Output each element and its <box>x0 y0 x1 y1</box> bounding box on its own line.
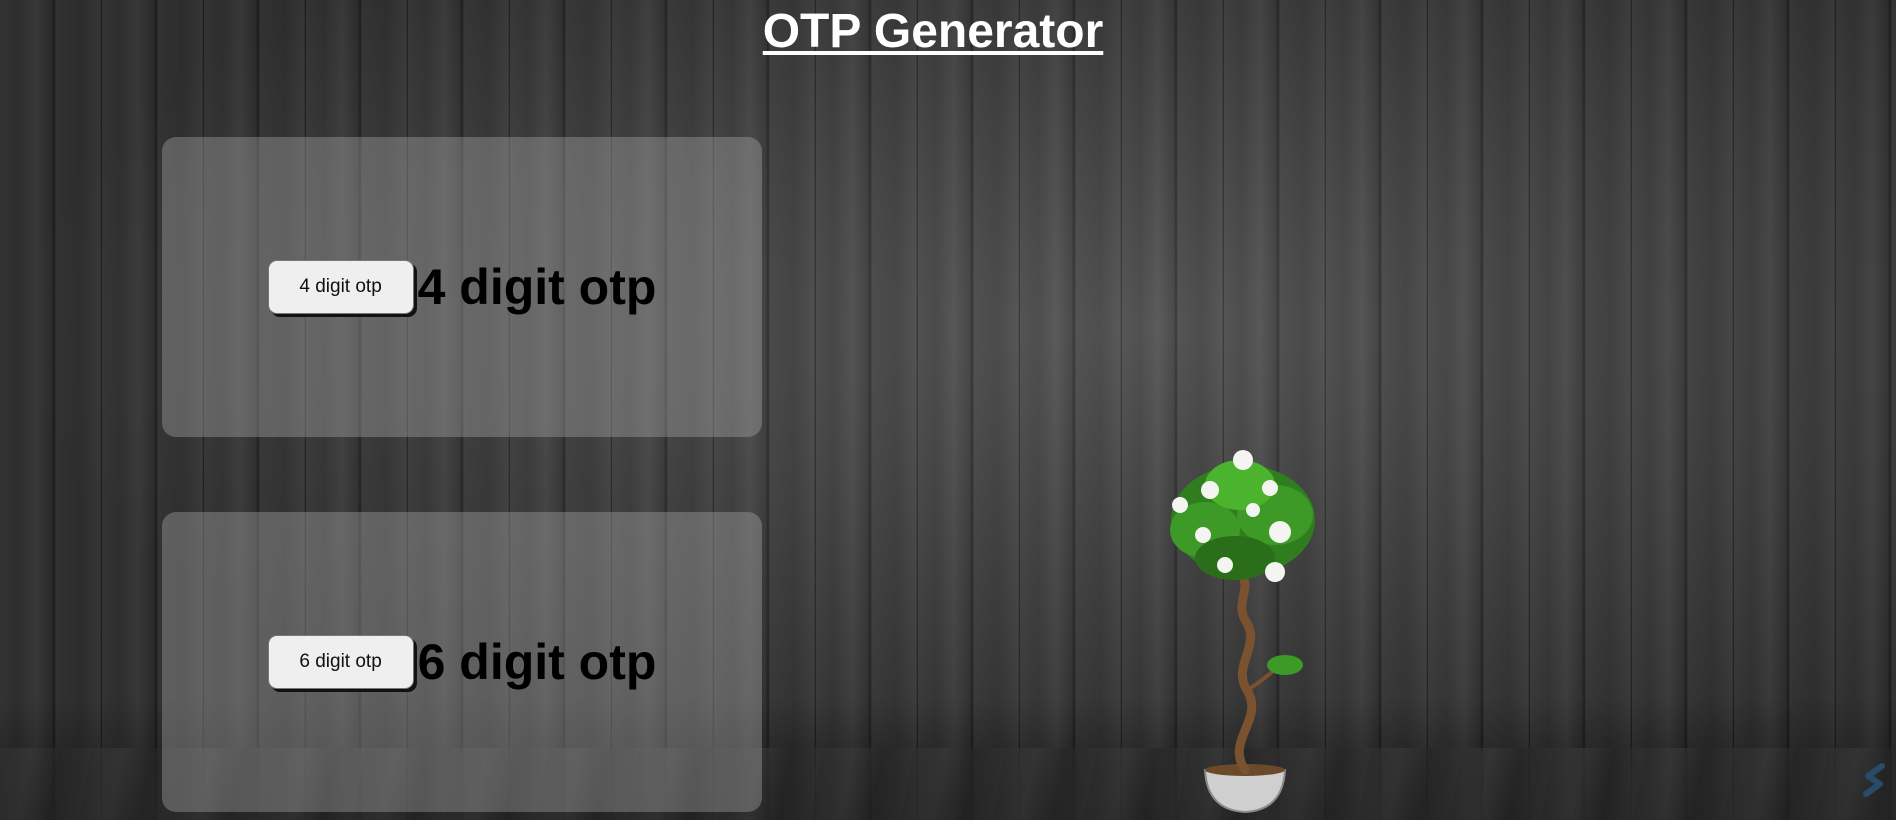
four-digit-otp-button[interactable]: 4 digit otp <box>267 260 414 314</box>
page-title: OTP Generator <box>762 5 1104 58</box>
four-digit-otp-card: 4 digit otp 4 digit otp <box>162 137 762 437</box>
plant-icon <box>1170 450 1315 814</box>
s-logo-icon <box>1863 763 1885 797</box>
six-digit-otp-button[interactable]: 6 digit otp <box>267 635 414 689</box>
six-digit-otp-card: 6 digit otp 6 digit otp <box>162 512 762 812</box>
six-digit-otp-output: 6 digit otp <box>417 634 657 690</box>
four-digit-otp-output: 4 digit otp <box>417 259 657 315</box>
